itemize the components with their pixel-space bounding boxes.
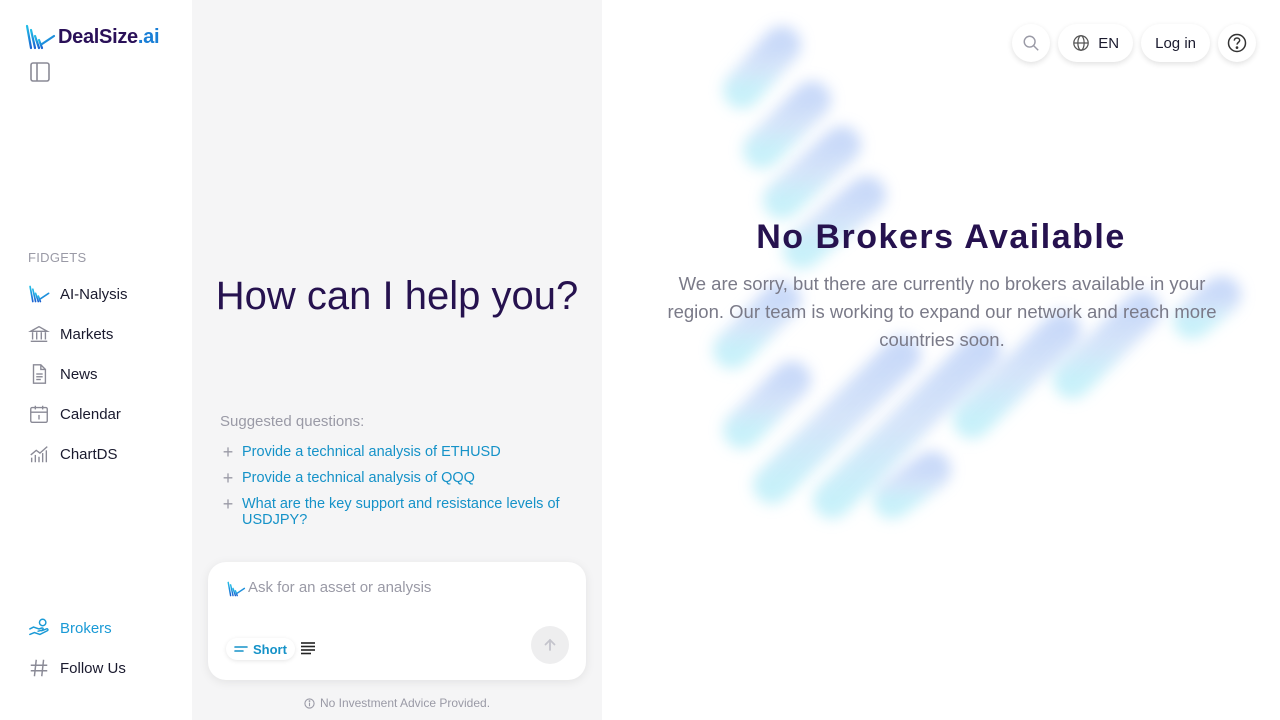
suggested-question-text: Provide a technical analysis of ETHUSD xyxy=(242,444,501,460)
info-icon xyxy=(304,697,315,709)
sidebar-item-label: AI-Nalysis xyxy=(60,285,128,303)
sidebar-section-label: FIDGETS xyxy=(28,250,87,265)
sidebar-item-calendar[interactable]: Calendar xyxy=(28,394,188,434)
sidebar-item-label: News xyxy=(60,365,98,383)
short-mode-toggle[interactable]: Short xyxy=(226,638,295,660)
login-button[interactable]: Log in xyxy=(1141,24,1210,62)
sidebar-item-label: Calendar xyxy=(60,405,121,423)
hashtag-icon xyxy=(28,657,50,679)
suggested-questions-list: + Provide a technical analysis of ETHUSD… xyxy=(220,442,580,538)
brand-suffix: .ai xyxy=(137,25,160,48)
sidebar-item-news[interactable]: News xyxy=(28,354,188,394)
language-selector[interactable]: EN xyxy=(1058,24,1134,62)
chat-panel: How can I help you? Suggested questions:… xyxy=(192,0,602,720)
brand-name: DealSize xyxy=(58,25,138,48)
search-icon xyxy=(1023,35,1039,51)
empty-state-message: We are sorry, but there are currently no… xyxy=(667,273,1217,350)
plus-icon: + xyxy=(222,494,234,514)
sidebar-item-ai-nalysis[interactable]: AI-Nalysis xyxy=(28,274,188,314)
bank-icon xyxy=(28,323,50,345)
language-label: EN xyxy=(1098,34,1120,52)
logo-mark-icon xyxy=(25,24,56,50)
sidebar-nav: AI-Nalysis Markets News Calendar ChartDS xyxy=(28,274,188,474)
empty-state-title: No Brokers Available xyxy=(756,218,1126,256)
chart-icon xyxy=(28,443,50,465)
chat-input-card: Short xyxy=(208,562,586,680)
sidebar-item-label: Markets xyxy=(60,325,114,343)
suggested-question[interactable]: + Provide a technical analysis of ETHUSD xyxy=(220,442,580,462)
send-button[interactable] xyxy=(531,626,569,664)
help-button[interactable] xyxy=(1218,24,1256,62)
suggested-question-text: Provide a technical analysis of QQQ xyxy=(242,470,475,486)
document-icon xyxy=(28,363,50,385)
top-bar: EN Log in xyxy=(1012,24,1256,62)
sidebar-item-follow-us[interactable]: Follow Us xyxy=(28,648,188,688)
handshake-icon xyxy=(28,617,50,639)
background-decoration xyxy=(713,26,1241,519)
sidebar: DealSize.ai FIDGETS AI-Nalysis Markets N… xyxy=(0,0,192,720)
sidebar-item-brokers[interactable]: Brokers xyxy=(28,608,188,648)
plus-icon: + xyxy=(222,442,234,462)
suggested-question[interactable]: + What are the key support and resistanc… xyxy=(220,494,580,528)
ai-logo-icon xyxy=(226,580,246,603)
disclaimer-text: No Investment Advice Provided. xyxy=(319,696,491,710)
arrow-up-icon xyxy=(544,638,556,651)
sidebar-item-label: Brokers xyxy=(60,619,112,637)
short-lines-icon xyxy=(234,646,248,652)
globe-icon xyxy=(1073,35,1090,51)
long-mode-icon[interactable] xyxy=(300,641,318,657)
search-button[interactable] xyxy=(1012,24,1051,62)
calendar-icon xyxy=(28,403,50,425)
chat-input[interactable] xyxy=(248,579,568,596)
login-label: Log in xyxy=(1155,34,1196,52)
disclaimer: No Investment Advice Provided. xyxy=(192,696,602,710)
sidebar-item-label: ChartDS xyxy=(60,445,118,463)
chat-heading: How can I help you? xyxy=(215,274,579,318)
sidebar-toggle-icon[interactable] xyxy=(28,60,52,84)
suggested-questions-label: Suggested questions: xyxy=(220,413,365,430)
plus-icon: + xyxy=(222,468,234,488)
suggested-question[interactable]: + Provide a technical analysis of QQQ xyxy=(220,468,580,488)
main-content: EN Log in No Brokers Available We are so… xyxy=(602,0,1280,720)
sidebar-item-label: Follow Us xyxy=(60,659,126,677)
sidebar-item-markets[interactable]: Markets xyxy=(28,314,188,354)
sidebar-item-chartds[interactable]: ChartDS xyxy=(28,434,188,474)
suggested-question-text: What are the key support and resistance … xyxy=(242,496,560,528)
short-mode-label: Short xyxy=(253,641,287,657)
brand-logo[interactable]: DealSize.ai xyxy=(24,22,160,52)
ai-logo-icon xyxy=(28,283,50,305)
help-icon xyxy=(1227,33,1247,53)
sidebar-bottom-nav: Brokers Follow Us xyxy=(28,608,188,688)
